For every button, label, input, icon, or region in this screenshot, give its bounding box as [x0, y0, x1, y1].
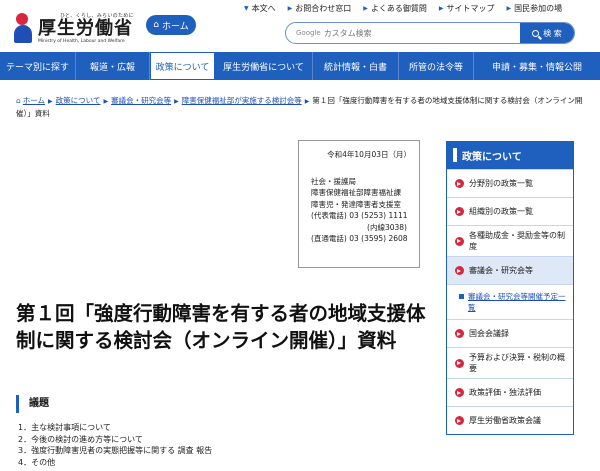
chevron-right-icon: ▶ [304, 98, 310, 105]
sidebar-subitem-schedule[interactable]: 審議会・研究会等開催予定一覧 [447, 284, 573, 319]
sidebar-item-policy-by-field[interactable]: 分野別の政策一覧 [447, 169, 573, 197]
nav-policy[interactable]: 政策について [150, 52, 215, 80]
logo-english: Ministry of Health, Labour and Welfare [38, 39, 125, 44]
sidebar-heading: 政策について [447, 141, 573, 169]
nav-statistics[interactable]: 統計情報・白書 [313, 52, 399, 80]
chevron-right-icon: ▶ [287, 5, 293, 12]
nav-press[interactable]: 報道・広報 [76, 52, 150, 80]
contact-department: 障害保健福祉部障害福祉課 [311, 188, 401, 197]
link-skip-to-content[interactable]: ▼ 本文へ [244, 3, 276, 14]
utility-links: ▼ 本文へ ▶ お問合わせ窓口 ▶ よくある御質問 ▶ サイトマップ ▶ 国民参加の場 [244, 3, 574, 14]
arrow-circle-icon [455, 358, 464, 368]
nav-about[interactable]: 厚生労働省について [215, 52, 313, 80]
publish-date: 令和4年10月03日（月） [327, 150, 411, 159]
agenda-list: 1．主な検討事項について 2．今後の検討の進め方等について 3．強度行動障害児者… [18, 422, 418, 468]
chevron-down-icon: ▼ [244, 5, 249, 12]
chevron-right-icon: ▶ [174, 98, 179, 105]
link-faq[interactable]: ▶ よくある御質問 [363, 3, 427, 14]
sidebar-item-policy-council[interactable]: 厚生労働省政策会議 [447, 406, 573, 434]
home-button-label: ホーム [161, 21, 189, 32]
breadcrumb: ⌂ ホーム ▶ 政策について ▶ 審議会・研究会等 ▶ 障害保健福祉部が実施する検討会等 ▶ 第１… [16, 95, 586, 120]
arrow-circle-icon [455, 179, 464, 188]
chevron-right-icon: ▶ [48, 98, 53, 105]
search-icon [532, 29, 540, 37]
sidebar-item-councils[interactable]: 審議会・研究会等 [447, 256, 573, 284]
site-header: ひと、くらし、みらいのために 厚生労働省 Ministry of Health,… [0, 0, 600, 52]
square-bullet-icon [459, 294, 464, 299]
breadcrumb-home[interactable]: ホーム [23, 96, 45, 105]
breadcrumb-councils[interactable]: 審議会・研究会等 [111, 96, 171, 105]
sidebar-item-diet-records[interactable]: 国会会議録 [447, 319, 573, 347]
agenda-heading: 議題 [16, 395, 426, 413]
agenda-item: 3．強度行動障害児者の実態把握等に関する 調査 報告 [18, 446, 213, 455]
search-input[interactable] [320, 23, 520, 43]
chevron-right-icon: ▶ [363, 5, 368, 12]
house-icon: ⌂ [16, 96, 21, 105]
link-contact[interactable]: ▶ お問合わせ窓口 [288, 3, 352, 14]
arrow-circle-icon [455, 207, 464, 216]
logo-figure-icon [14, 13, 34, 43]
chevron-right-icon: ▶ [506, 5, 512, 12]
contact-bureau: 社会・援護局 [311, 176, 356, 186]
global-nav: テーマ別に探す 報道・広報 政策について 厚生労働省について 統計情報・白書 所… [0, 52, 600, 80]
agenda-item: 2．今後の検討の進め方等について [18, 434, 143, 444]
search-button[interactable]: 検 索 [520, 23, 574, 43]
agenda-item: 1．主な検討事項について [18, 423, 111, 432]
house-icon: ⌂ [153, 20, 159, 30]
breadcrumb-dept-councils[interactable]: 障害保健福祉部が実施する検討会等 [182, 96, 302, 105]
contact-extension: (内線3038) [367, 222, 407, 232]
nav-laws[interactable]: 所管の法令等 [399, 52, 474, 80]
mhlw-logo[interactable]: ひと、くらし、みらいのために 厚生労働省 Ministry of Health,… [14, 8, 140, 48]
google-brand: Google [296, 29, 321, 37]
agenda-item: 4．その他 [18, 457, 56, 467]
search-bar: Google 検 索 [285, 22, 575, 44]
logo-title: 厚生労働省 [38, 18, 133, 39]
nav-applications[interactable]: 申請・募集・情報公開 [474, 52, 600, 80]
arrow-circle-icon [455, 388, 464, 397]
search-button-label: 検 索 [543, 28, 562, 38]
nav-themes[interactable]: テーマ別に探す [0, 52, 76, 80]
link-public-participation[interactable]: ▶ 国民参加の場 [507, 3, 563, 14]
contact-main-phone: (代表電話) 03 (5253) 1111 [311, 211, 408, 220]
arrow-circle-icon [455, 236, 464, 246]
sidebar-item-evaluation[interactable]: 政策評価・独法評価 [447, 378, 573, 406]
chevron-right-icon: ▶ [438, 5, 444, 12]
contact-office: 障害児・発達障害者支援室 [311, 199, 401, 209]
arrow-circle-icon [455, 416, 464, 425]
chevron-right-icon: ▶ [103, 98, 109, 105]
heading-bar-icon [453, 148, 457, 162]
sidebar-item-policy-by-org[interactable]: 組織別の政策一覧 [447, 197, 573, 225]
page-title: 第１回「強度行動障害を有する者の地域支援体制に関する検討会（オンライン開催）」資… [16, 302, 426, 352]
breadcrumb-policy[interactable]: 政策について [56, 96, 101, 105]
arrow-circle-icon [455, 266, 464, 275]
contact-box: 令和4年10月03日（月） 社会・援護局 障害保健福祉部障害福祉課 障害児・発達… [298, 140, 420, 268]
arrow-circle-icon [455, 329, 464, 338]
contact-direct-phone: (直通電話) 03 (3595) 2608 [311, 234, 408, 243]
sidebar-item-budget[interactable]: 予算および決算・税制の概要 [447, 347, 573, 378]
home-button[interactable]: ⌂ ホーム [146, 15, 196, 35]
sidebar-item-grants[interactable]: 各種助成金・奨励金等の制度 [447, 225, 573, 256]
link-sitemap[interactable]: ▶ サイトマップ [439, 3, 495, 14]
sidebar: 政策について 分野別の政策一覧 組織別の政策一覧 各種助成金・奨励金等の制度 審… [446, 141, 574, 435]
